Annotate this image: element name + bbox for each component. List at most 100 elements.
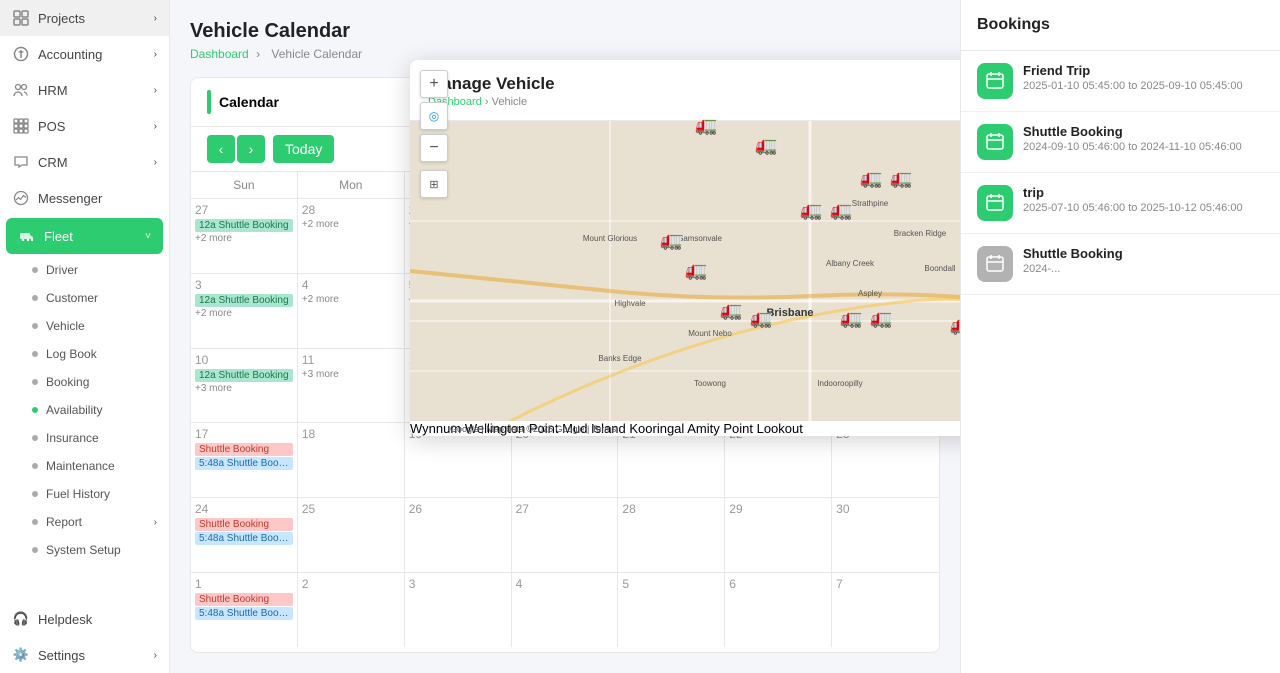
calendar-day[interactable]: 17 Shuttle Booking 5:48a Shuttle Booking [191, 423, 298, 497]
booking-dates: 2025-07-10 05:46:00 to 2025-10-12 05:46:… [1023, 202, 1264, 214]
report-chevron: › [154, 517, 157, 528]
sidebar-sub-item-customer[interactable]: Customer [0, 284, 169, 312]
sidebar-sub-label-systemsetup: System Setup [46, 543, 121, 557]
calendar-day[interactable]: 18 [298, 423, 405, 497]
sidebar-sub-item-vehicle[interactable]: Vehicle [0, 312, 169, 340]
calendar-day[interactable]: 3 [405, 573, 512, 647]
sidebar-item-pos[interactable]: POS › [0, 108, 169, 144]
sidebar-item-projects-label: Projects [38, 11, 85, 26]
calendar-week: 1 Shuttle Booking 5:48a Shuttle Booking … [191, 573, 939, 647]
prev-month-button[interactable]: ‹ [207, 135, 235, 163]
sidebar-item-accounting[interactable]: Accounting › [0, 36, 169, 72]
bookings-title: Bookings [961, 0, 1280, 51]
settings-icon: ⚙️ [12, 646, 30, 664]
map-controls: + ◎ − ⊞ [420, 70, 448, 198]
chevron-right-icon: › [154, 157, 157, 168]
sidebar-sub-item-insurance[interactable]: Insurance [0, 424, 169, 452]
calendar-day[interactable]: 1 Shuttle Booking 5:48a Shuttle Booking [191, 573, 298, 647]
sidebar-sub-item-driver[interactable]: Driver [0, 256, 169, 284]
sidebar-item-settings[interactable]: ⚙️ Settings › [0, 637, 169, 673]
sidebar-item-fleet-label: Fleet [44, 229, 73, 244]
messenger-icon [12, 189, 30, 207]
sidebar-item-hrm[interactable]: HRM › [0, 72, 169, 108]
calendar-day[interactable]: 26 [405, 498, 512, 572]
svg-text:Bracken Ridge: Bracken Ridge [894, 229, 947, 238]
sidebar-item-messenger-label: Messenger [38, 191, 102, 206]
sidebar-item-hrm-label: HRM [38, 83, 68, 98]
calendar-day[interactable]: 5 [618, 573, 725, 647]
calendar-day[interactable]: 10 12a Shuttle Booking +3 more [191, 349, 298, 423]
calendar-day[interactable]: 28 +2 more [298, 199, 405, 273]
breadcrumb-home[interactable]: Dashboard [190, 47, 249, 61]
calendar-day[interactable]: 25 [298, 498, 405, 572]
calendar-day[interactable]: 30 [832, 498, 939, 572]
svg-text:Samsonvale: Samsonvale [678, 234, 723, 243]
calendar-day[interactable]: 4+2 more [298, 274, 405, 348]
sidebar-item-projects[interactable]: Projects › [0, 0, 169, 36]
sidebar-item-messenger[interactable]: Messenger [0, 180, 169, 216]
next-month-button[interactable]: › [237, 135, 265, 163]
map-locate-button[interactable]: ◎ [420, 102, 448, 130]
sidebar-sub-item-report[interactable]: Report › [0, 508, 169, 536]
manage-vehicle-overlay: Manage Vehicle Dashboard › Vehicle [410, 60, 960, 436]
sidebar-sub-item-availability[interactable]: Availability [0, 396, 169, 424]
sidebar-sub-item-booking[interactable]: Booking [0, 368, 169, 396]
map-zoom-in-button[interactable]: + [420, 70, 448, 98]
svg-text:Banks Edge: Banks Edge [598, 354, 642, 363]
calendar-day[interactable]: 7 [832, 573, 939, 647]
calendar-day[interactable]: 28 [618, 498, 725, 572]
booking-item: Friend Trip 2025-01-10 05:45:00 to 2025-… [961, 51, 1280, 112]
svg-text:Indooroopilly: Indooroopilly [817, 379, 862, 388]
svg-text:Mount Nebo: Mount Nebo [688, 329, 732, 338]
sidebar-sub-item-logbook[interactable]: Log Book [0, 340, 169, 368]
calendar-day[interactable]: 27 [512, 498, 619, 572]
calendar-day[interactable]: 27 12a Shuttle Booking +2 more [191, 199, 298, 273]
calendar-day[interactable]: 3 12a Shuttle Booking +2 more [191, 274, 298, 348]
calendar-day[interactable]: 6 [725, 573, 832, 647]
accounting-icon [12, 45, 30, 63]
sidebar-sub-label-customer: Customer [46, 291, 98, 305]
booking-icon [977, 63, 1013, 99]
calendar-day[interactable]: 29 [725, 498, 832, 572]
dot-driver [32, 267, 38, 273]
day-header-sun: Sun [191, 172, 298, 198]
booking-icon [977, 185, 1013, 221]
today-button[interactable]: Today [273, 135, 334, 163]
sidebar-item-helpdesk[interactable]: 🎧 Helpdesk [0, 601, 169, 637]
sidebar-sub-label-driver: Driver [46, 263, 78, 277]
sidebar-sub-item-maintenance[interactable]: Maintenance [0, 452, 169, 480]
dot-vehicle [32, 323, 38, 329]
sidebar-item-fleet[interactable]: Fleet ˅ [6, 218, 163, 254]
sidebar-item-accounting-label: Accounting [38, 47, 102, 62]
calendar-day[interactable]: 11+3 more [298, 349, 405, 423]
truck-marker: 🚛 [750, 308, 772, 329]
breadcrumb: Dashboard › Vehicle Calendar [190, 47, 940, 61]
sidebar-item-pos-label: POS [38, 119, 65, 134]
sidebar-sub-item-systemsetup[interactable]: System Setup [0, 536, 169, 564]
dot-systemsetup [32, 547, 38, 553]
manage-vehicle-title: Manage Vehicle [428, 74, 960, 94]
svg-text:Toowong: Toowong [694, 379, 726, 388]
calendar-day[interactable]: 2 [298, 573, 405, 647]
truck-marker: 🚛 [720, 300, 742, 321]
dot-logbook [32, 351, 38, 357]
map-grid-button[interactable]: ⊞ [420, 170, 448, 198]
booking-dates: 2025-01-10 05:45:00 to 2025-09-10 05:45:… [1023, 80, 1264, 92]
map-zoom-out-button[interactable]: − [420, 134, 448, 162]
calendar-day[interactable]: 4 [512, 573, 619, 647]
truck-marker: 🚛 [890, 168, 912, 189]
projects-icon [12, 9, 30, 27]
chevron-right-icon: › [154, 49, 157, 60]
fleet-icon [18, 227, 36, 245]
dot-maintenance [32, 463, 38, 469]
truck-marker: 🚛 [950, 315, 960, 336]
truck-marker: 🚛 [870, 308, 892, 329]
booking-icon [977, 124, 1013, 160]
sidebar-sub-item-fuelhistory[interactable]: Fuel History [0, 480, 169, 508]
sidebar-sub-label-vehicle: Vehicle [46, 319, 85, 333]
sidebar-sub-label-booking: Booking [46, 375, 89, 389]
sidebar-item-crm[interactable]: CRM › [0, 144, 169, 180]
calendar-day[interactable]: 24 Shuttle Booking 5:48a Shuttle Booking [191, 498, 298, 572]
sidebar-sub-label-report: Report [46, 515, 82, 529]
truck-marker: 🚛 [685, 260, 707, 281]
